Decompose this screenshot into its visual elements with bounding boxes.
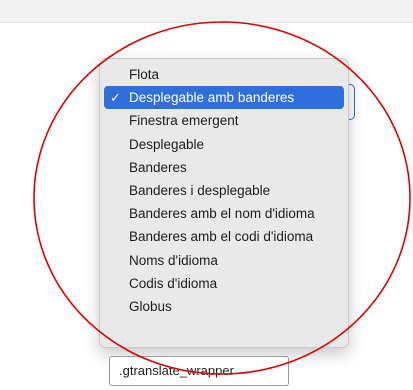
menu-item-desplegable[interactable]: Desplegable <box>104 133 344 156</box>
menu-item-desplegable-amb-banderes[interactable]: ✓ Desplegable amb banderes <box>104 86 344 110</box>
wrapper-selector-value: .gtranslate_wrapper <box>119 363 234 378</box>
menu-item-banderes-i-desplegable[interactable]: Banderes i desplegable <box>104 179 344 202</box>
checkmark-icon: ✓ <box>110 90 121 106</box>
menu-item-banderes[interactable]: Banderes <box>104 156 344 179</box>
dropdown-menu: Flota ✓ Desplegable amb banderes Finestr… <box>99 58 349 348</box>
menu-item-banderes-amb-nom[interactable]: Banderes amb el nom d'idioma <box>104 202 344 225</box>
menu-item-flota[interactable]: Flota <box>104 63 344 86</box>
top-toolbar-strip <box>0 0 413 23</box>
menu-item-codis-idioma[interactable]: Codis d'idioma <box>104 272 344 295</box>
menu-item-noms-idioma[interactable]: Noms d'idioma <box>104 249 344 272</box>
menu-item-globus[interactable]: Globus <box>104 295 344 318</box>
menu-item-banderes-amb-codi[interactable]: Banderes amb el codi d'idioma <box>104 225 344 248</box>
menu-item-finestra-emergent[interactable]: Finestra emergent <box>104 109 344 132</box>
wrapper-selector-input[interactable]: .gtranslate_wrapper <box>109 356 289 386</box>
